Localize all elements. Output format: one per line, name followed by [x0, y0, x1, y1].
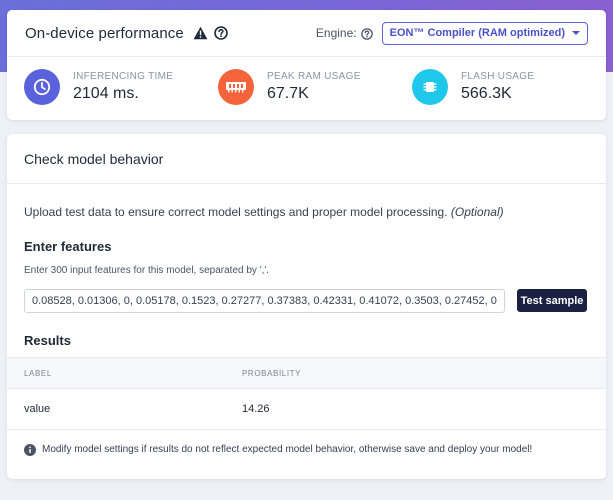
- model-behavior-title: Check model behavior: [24, 150, 164, 167]
- info-text: Modify model settings if results do not …: [42, 443, 533, 455]
- chevron-down-icon: [572, 31, 580, 35]
- upload-text: Upload test data to ensure correct model…: [24, 205, 448, 219]
- results-title: Results: [24, 333, 71, 348]
- column-header-label: LABEL: [24, 368, 52, 378]
- upload-description: Upload test data to ensure correct model…: [24, 205, 504, 219]
- clock-icon: [24, 69, 60, 105]
- column-header-probability: PROBABILITY: [242, 368, 302, 378]
- model-behavior-header: Check model behavior: [7, 134, 606, 184]
- metric-inferencing-time: INFERENCING TIME 2104 ms.: [24, 69, 218, 105]
- model-behavior-card: Check model behavior Upload test data to…: [7, 134, 606, 479]
- performance-title: On-device performance: [25, 24, 184, 42]
- metric-peak-ram: PEAK RAM USAGE 67.7K: [218, 69, 412, 105]
- results-table: LABEL PROBABILITY value 14.26: [7, 357, 606, 430]
- metric-value: 566.3K: [461, 85, 512, 102]
- features-hint: Enter 300 input features for this model,…: [24, 265, 270, 276]
- engine-label: Engine:: [315, 26, 357, 40]
- warning-icon[interactable]: [193, 26, 208, 40]
- metric-label: FLASH USAGE: [461, 71, 535, 82]
- engine-help-icon[interactable]: [360, 27, 373, 40]
- metric-label: INFERENCING TIME: [73, 71, 174, 82]
- optional-label: (Optional): [450, 205, 504, 219]
- features-title: Enter features: [24, 239, 112, 254]
- engine-dropdown[interactable]: EON™ Compiler (RAM optimized): [381, 21, 588, 45]
- metric-value: 67.7K: [267, 85, 309, 102]
- test-sample-button[interactable]: Test sample: [517, 289, 587, 312]
- metric-label: PEAK RAM USAGE: [267, 71, 361, 82]
- engine-dropdown-value: EON™ Compiler (RAM optimized): [389, 27, 565, 39]
- table-row: value 14.26: [7, 389, 606, 430]
- ram-icon: [218, 69, 254, 105]
- cell-label: value: [24, 403, 51, 415]
- metrics-row: INFERENCING TIME 2104 ms. PEAK RAM USAGE…: [7, 57, 606, 105]
- performance-header: On-device performance Engine: EON™ Compi…: [7, 10, 606, 57]
- help-icon[interactable]: [214, 26, 228, 40]
- metric-value: 2104 ms.: [73, 85, 139, 102]
- metric-flash-usage: FLASH USAGE 566.3K: [412, 69, 606, 105]
- info-icon: [24, 443, 36, 456]
- table-header: LABEL PROBABILITY: [7, 357, 606, 389]
- engine-selector-group: Engine: EON™ Compiler (RAM optimized): [315, 21, 588, 45]
- cell-probability: 14.26: [242, 403, 270, 415]
- features-input[interactable]: [24, 289, 505, 313]
- performance-card: On-device performance Engine: EON™ Compi…: [7, 10, 606, 120]
- info-message: Modify model settings if results do not …: [24, 443, 533, 456]
- chip-icon: [412, 69, 448, 105]
